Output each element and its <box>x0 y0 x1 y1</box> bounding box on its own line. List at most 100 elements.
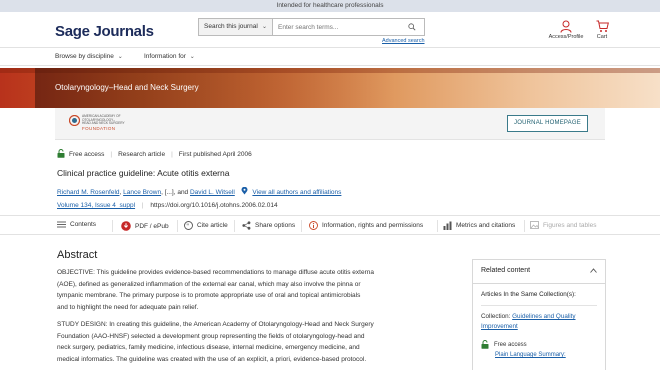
related-content-heading: Related content <box>481 267 531 274</box>
healthcare-notice-bar: Intended for healthcare professionals <box>0 0 660 12</box>
cart-label: Cart <box>596 34 608 40</box>
search-button[interactable] <box>400 19 424 35</box>
sage-journals-logo[interactable]: Sage Journals <box>55 23 154 40</box>
aao-emblem-icon <box>69 115 80 126</box>
cite-article-label: Cite article <box>197 222 228 229</box>
figures-tables-button: Figures and tables <box>530 221 596 229</box>
collection-prefix: Collection: <box>481 313 513 320</box>
healthcare-notice-text: Intended for healthcare professionals <box>276 2 384 9</box>
abstract-line: OBJECTIVE: This guideline provides evide… <box>57 269 374 276</box>
aao-foundation: FOUNDATION <box>82 125 116 131</box>
chevron-down-icon: ⌄ <box>189 54 195 60</box>
aao-hnsf-logo[interactable]: AMERICAN ACADEMY OF OTOLARYNGOLOGY– HEAD… <box>69 114 125 131</box>
author-link[interactable]: Lance Brown <box>123 189 161 196</box>
related-free-access: Free access <box>473 332 605 349</box>
plain-language-summary-link[interactable]: Plain Language Summary: <box>473 349 605 358</box>
information-rights-label: Information, rights and permissions <box>322 222 424 229</box>
bar-chart-icon <box>443 221 452 230</box>
toolbar-divider <box>437 220 438 232</box>
free-access-label: Free access <box>69 151 105 158</box>
figures-tables-label: Figures and tables <box>543 221 597 229</box>
pdf-epub-label: PDF / ePub <box>135 222 169 230</box>
advanced-search-link[interactable]: Advanced search <box>382 38 425 44</box>
search-icon <box>408 23 416 31</box>
quote-icon: " <box>184 221 193 230</box>
share-options-label: Share options <box>255 222 296 229</box>
author-link[interactable]: David L. Witsell <box>190 189 235 196</box>
abstract-line: (AOE), defined as generalized inflammati… <box>57 280 361 288</box>
journal-info-strip: AMERICAN ACADEMY OF OTOLARYNGOLOGY– HEAD… <box>55 108 605 140</box>
article-meta-row: Free access | Research article | First p… <box>57 149 252 160</box>
cart-icon <box>596 20 609 32</box>
abstract-line: medical informatics. The guideline was c… <box>57 355 367 363</box>
doi-text[interactable]: https://doi.org/10.1016/j.otohns.2006.02… <box>150 202 277 209</box>
svg-text:": " <box>186 223 189 230</box>
toolbar-divider <box>301 220 302 232</box>
share-icon <box>242 221 251 230</box>
toolbar-divider <box>112 220 113 232</box>
info-icon <box>309 221 318 230</box>
cart-button[interactable]: Cart <box>592 19 612 40</box>
view-all-authors-link[interactable]: View all authors and affiliations <box>252 189 341 196</box>
list-icon <box>57 221 66 228</box>
chevron-up-icon <box>590 268 597 275</box>
related-content-panel: Related content Articles In the Same Col… <box>472 259 606 370</box>
search-scope-select[interactable]: Search this journal ⌄ <box>199 19 273 35</box>
author-list: Richard M. Rosenfeld, Lance Brown, [...]… <box>57 186 341 197</box>
meta-divider: | <box>110 151 113 158</box>
article-type: Research article <box>118 151 166 158</box>
journal-homepage-button[interactable]: JOURNAL HOMEPAGE <box>507 115 588 132</box>
toolbar-divider <box>524 220 525 232</box>
abstract-line: neck surgery, pediatrics, family medicin… <box>57 344 360 351</box>
site-header: Sage Journals Search this journal ⌄ Adva… <box>0 12 660 48</box>
related-content-header[interactable]: Related content <box>473 260 605 284</box>
journal-banner: Otolaryngology–Head and Neck Surgery <box>0 68 660 108</box>
search-scope-label: Search this journal <box>204 23 258 30</box>
main-nav: Browse by discipline ⌄ Information for ⌄ <box>0 49 660 66</box>
related-subheading: Articles In the Same Collection(s): <box>481 291 576 298</box>
abstract-heading: Abstract <box>57 249 98 261</box>
nav-information-for[interactable]: Information for ⌄ <box>144 53 195 60</box>
chevron-down-icon: ⌄ <box>261 24 267 30</box>
nav-browse-by-discipline[interactable]: Browse by discipline ⌄ <box>55 53 123 60</box>
abstract-line: STUDY DESIGN: In creating this guideline… <box>57 321 374 328</box>
aao-logo-text: AMERICAN ACADEMY OF OTOLARYNGOLOGY– HEAD… <box>82 114 125 131</box>
abstract-line: tympanic membrane. The primary purpose i… <box>57 292 361 299</box>
user-icon <box>560 20 572 33</box>
share-options-button[interactable]: Share options <box>242 221 295 230</box>
search-input[interactable] <box>273 19 400 35</box>
pdf-epub-button[interactable]: PDF / ePub <box>121 221 169 231</box>
meta-divider: | <box>141 202 144 209</box>
image-icon <box>530 221 539 229</box>
information-rights-button[interactable]: Information, rights and permissions <box>309 221 423 230</box>
map-pin-icon <box>241 186 248 197</box>
abstract-line: and to highlight the need for adequate p… <box>57 303 199 311</box>
access-profile-label: Access/Profile <box>548 34 584 40</box>
metrics-citations-label: Metrics and citations <box>456 222 516 229</box>
contents-button[interactable]: Contents <box>57 221 96 228</box>
pdf-download-icon <box>121 221 131 231</box>
nav-browse-label: Browse by discipline <box>55 53 114 60</box>
search-bar: Search this journal ⌄ <box>198 18 425 36</box>
meta-divider: | <box>171 151 173 158</box>
article-toolbar: Contents PDF / ePub " Cite article Share… <box>0 215 660 235</box>
metrics-citations-button[interactable]: Metrics and citations <box>443 221 515 230</box>
volume-doi-row: Volume 134, Issue 4_suppl | https://doi.… <box>57 202 278 209</box>
related-free-access-label: Free access <box>494 341 527 348</box>
toolbar-divider <box>234 220 235 232</box>
first-published: First published April 2006 <box>178 151 252 158</box>
toolbar-divider <box>177 220 178 232</box>
article-title: Clinical practice guideline: Acute otiti… <box>57 168 230 178</box>
open-lock-icon <box>57 149 65 160</box>
volume-issue-link[interactable]: Volume 134, Issue 4_suppl <box>57 202 135 209</box>
chevron-down-icon: ⌄ <box>117 54 123 60</box>
contents-label: Contents <box>70 221 97 228</box>
author-ellipsis: , [...], and <box>161 189 190 196</box>
related-collection: Collection: Guidelines and Quality Impro… <box>473 306 605 332</box>
journal-title[interactable]: Otolaryngology–Head and Neck Surgery <box>55 83 199 92</box>
access-profile-button[interactable]: Access/Profile <box>545 19 587 40</box>
nav-information-label: Information for <box>144 53 186 60</box>
cite-article-button[interactable]: " Cite article <box>184 221 228 230</box>
abstract-line: Foundation (AAO-HNSF) selected a develop… <box>57 332 365 340</box>
author-link[interactable]: Richard M. Rosenfeld <box>57 189 120 196</box>
